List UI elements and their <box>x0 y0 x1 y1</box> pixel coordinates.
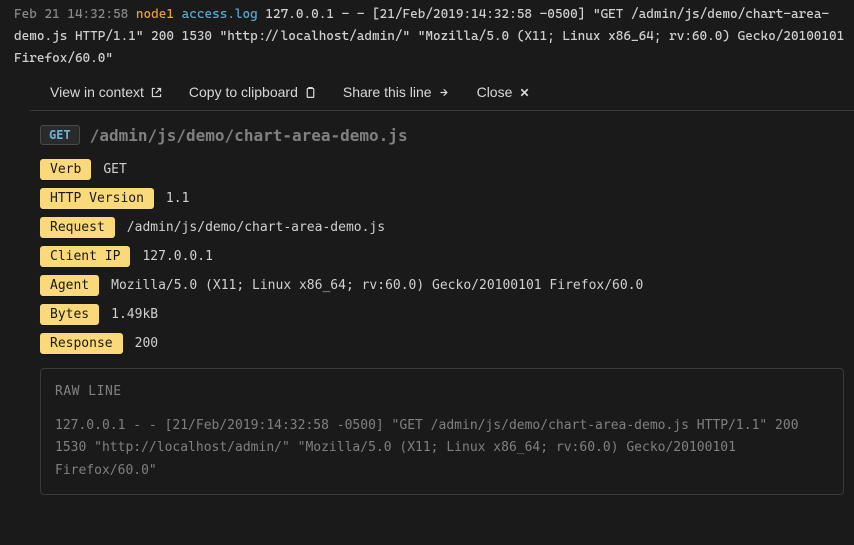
view-in-context-button[interactable]: View in context <box>50 84 163 100</box>
log-file: access.log <box>182 7 258 22</box>
actions-bar: View in context Copy to clipboard Share … <box>30 74 854 111</box>
field-value: 1.49kB <box>111 307 158 322</box>
share-this-line-button[interactable]: Share this line <box>343 84 451 100</box>
field-label: Client IP <box>40 246 130 267</box>
detail-panel: View in context Copy to clipboard Share … <box>30 74 854 504</box>
field-row-http-version: HTTP Version 1.1 <box>40 188 844 209</box>
action-label: Close <box>477 84 513 100</box>
request-path: /admin/js/demo/chart-area-demo.js <box>90 126 408 145</box>
copy-to-clipboard-button[interactable]: Copy to clipboard <box>189 84 317 100</box>
clipboard-icon <box>304 86 317 99</box>
field-value: 1.1 <box>166 191 189 206</box>
log-timestamp: Feb 21 14:32:58 <box>14 7 128 22</box>
field-label: HTTP Version <box>40 188 154 209</box>
field-value: 200 <box>135 336 158 351</box>
field-row-client-ip: Client IP 127.0.0.1 <box>40 246 844 267</box>
field-value: Mozilla/5.0 (X11; Linux x86_64; rv:60.0)… <box>111 278 643 293</box>
field-row-response: Response 200 <box>40 333 844 354</box>
parsed-details: GET /admin/js/demo/chart-area-demo.js Ve… <box>30 111 854 504</box>
field-label: Response <box>40 333 123 354</box>
log-node: node1 <box>136 7 174 22</box>
field-value: 127.0.0.1 <box>142 249 212 264</box>
field-row-bytes: Bytes 1.49kB <box>40 304 844 325</box>
action-label: Share this line <box>343 84 432 100</box>
close-icon <box>518 86 531 99</box>
field-label: Bytes <box>40 304 99 325</box>
raw-line-title: RAW LINE <box>55 381 829 403</box>
close-button[interactable]: Close <box>477 84 532 100</box>
raw-line-content: 127.0.0.1 - - [21/Feb/2019:14:32:58 -050… <box>55 418 799 477</box>
action-label: View in context <box>50 84 144 100</box>
request-line: GET /admin/js/demo/chart-area-demo.js <box>40 125 844 145</box>
field-value: GET <box>103 162 126 177</box>
field-row-agent: Agent Mozilla/5.0 (X11; Linux x86_64; rv… <box>40 275 844 296</box>
field-row-request: Request /admin/js/demo/chart-area-demo.j… <box>40 217 844 238</box>
field-label: Agent <box>40 275 99 296</box>
action-label: Copy to clipboard <box>189 84 298 100</box>
raw-line-box: RAW LINE 127.0.0.1 - - [21/Feb/2019:14:3… <box>40 368 844 494</box>
share-icon <box>438 86 451 99</box>
field-label: Request <box>40 217 115 238</box>
field-row-verb: Verb GET <box>40 159 844 180</box>
log-line[interactable]: Feb 21 14:32:58 node1 access.log 127.0.0… <box>0 0 854 74</box>
field-value: /admin/js/demo/chart-area-demo.js <box>127 220 385 235</box>
field-label: Verb <box>40 159 91 180</box>
method-badge: GET <box>40 125 80 145</box>
external-link-icon <box>150 86 163 99</box>
